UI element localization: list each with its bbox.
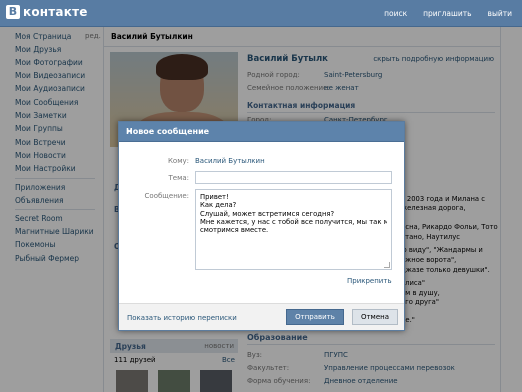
top-header: В контакте поиск приглашить выйти xyxy=(0,0,522,27)
attach-link[interactable]: Прикрепить xyxy=(347,277,392,285)
subject-input[interactable] xyxy=(195,171,392,184)
nav-invite[interactable]: приглашить xyxy=(423,9,471,18)
nav-search[interactable]: поиск xyxy=(384,9,407,18)
nav-logout[interactable]: выйти xyxy=(488,9,512,18)
message-line: смотримся вместе. xyxy=(200,226,269,235)
message-line: Мне кажется, у нас с тобой все получится… xyxy=(200,217,387,226)
new-message-dialog: Новое сообщение ✕ Кому: Василий Бутылкин… xyxy=(118,121,405,331)
send-button[interactable]: Отправить xyxy=(286,309,344,325)
show-history-link[interactable]: Показать историю переписки xyxy=(127,314,237,322)
message-textarea[interactable]: Привет! Как дела? Слушай, может встретим… xyxy=(195,189,392,270)
message-line: Как дела? xyxy=(200,201,237,210)
vk-logo[interactable]: В контакте xyxy=(6,5,88,19)
recipient-label: Кому: xyxy=(167,157,189,165)
top-nav: поиск приглашить выйти xyxy=(384,9,512,18)
close-icon[interactable]: ✕ xyxy=(126,127,398,136)
dialog-footer: Показать историю переписки Отправить Отм… xyxy=(119,303,404,330)
message-line: Привет! xyxy=(200,193,229,201)
message-label: Сообщение: xyxy=(144,192,189,200)
resize-grip-icon[interactable] xyxy=(384,262,390,268)
logo-text: контакте xyxy=(23,5,88,19)
message-line: Слушай, может встретимся сегодня? xyxy=(200,209,335,218)
recipient-value[interactable]: Василий Бутылкин xyxy=(195,157,265,165)
dialog-title-bar: Новое сообщение ✕ xyxy=(119,122,404,142)
logo-icon: В xyxy=(6,5,20,19)
subject-label: Тема: xyxy=(168,174,189,182)
cancel-button[interactable]: Отмена xyxy=(352,309,398,325)
